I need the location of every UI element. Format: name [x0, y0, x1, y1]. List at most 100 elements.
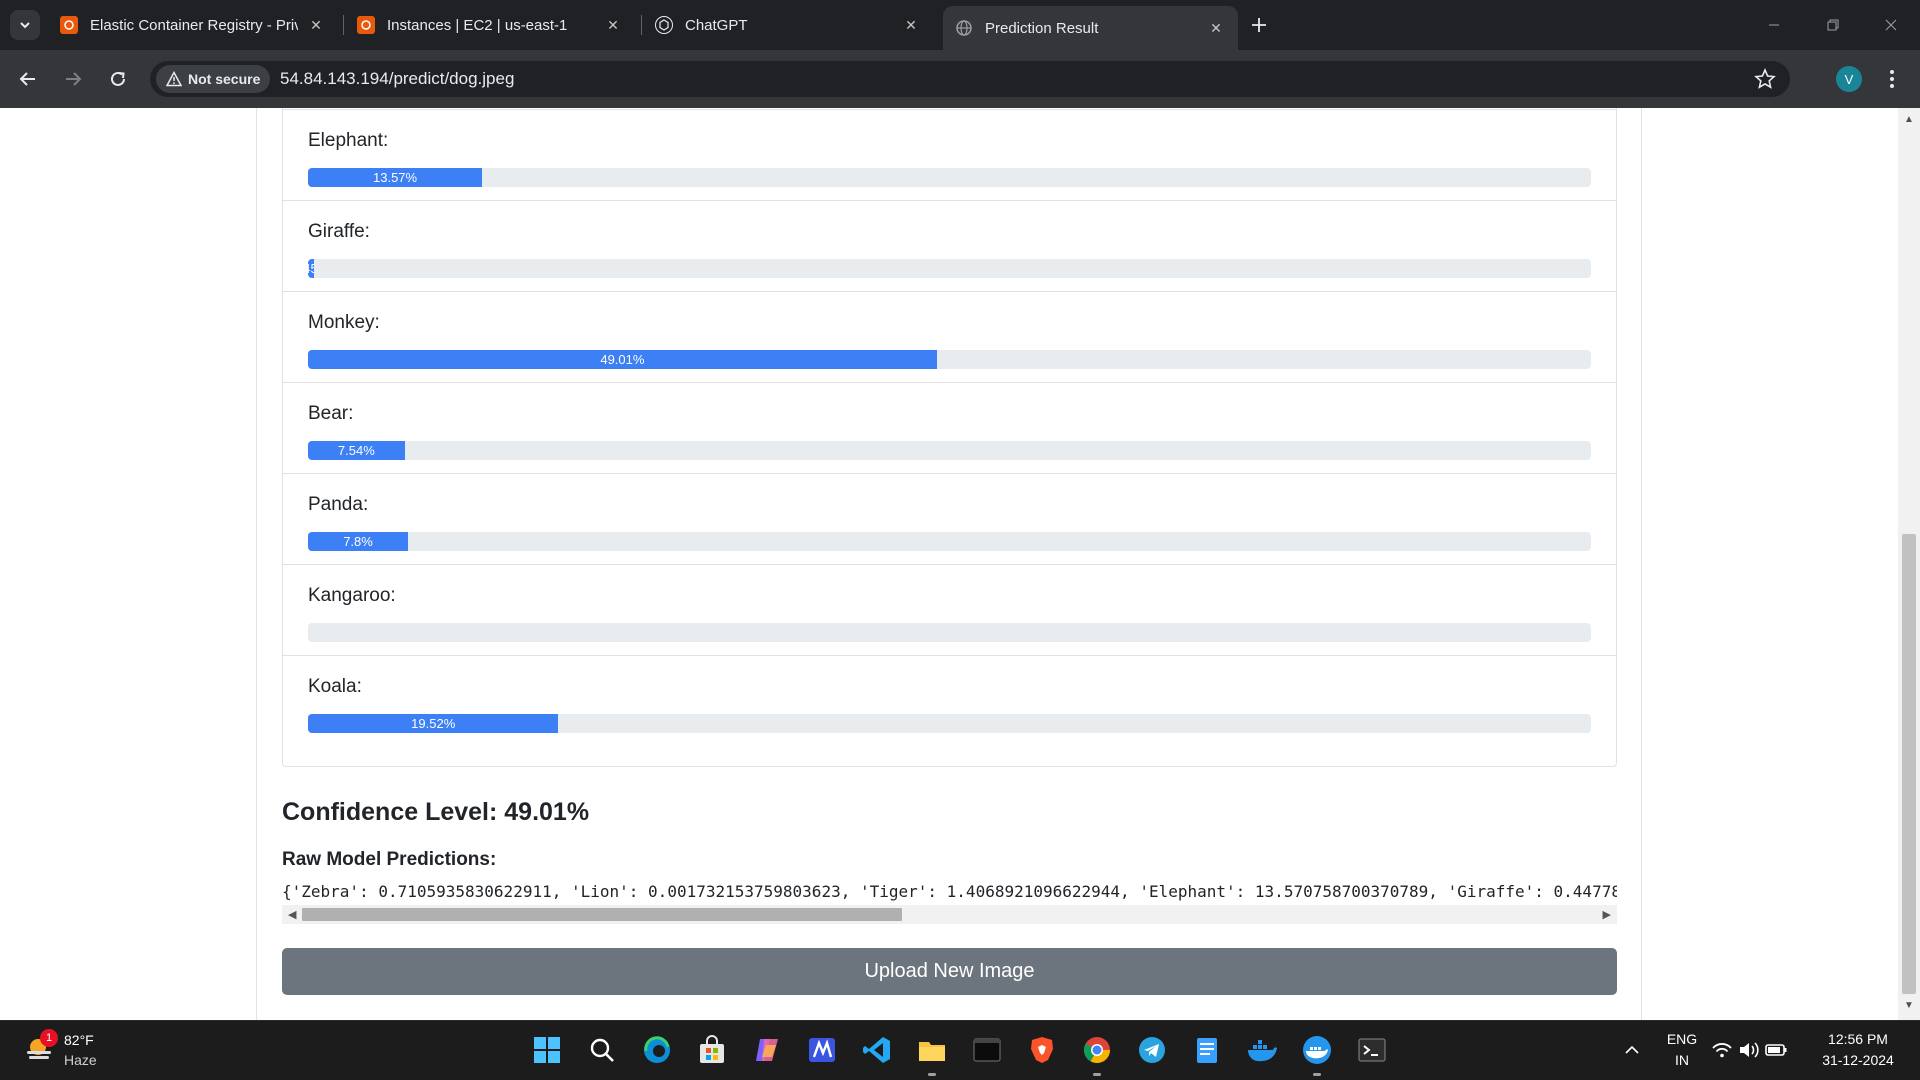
scrollbar-thumb[interactable]	[302, 908, 902, 921]
list-item-panda: Panda: 7.8%	[283, 473, 1616, 564]
scroll-down-icon[interactable]: ▼	[1904, 1000, 1914, 1011]
close-window-button[interactable]	[1878, 12, 1904, 38]
vscode-icon	[863, 1037, 890, 1063]
scrollbar-thumb[interactable]	[1902, 534, 1916, 994]
profile-avatar[interactable]: V	[1836, 66, 1862, 92]
close-tab-icon[interactable]: ✕	[306, 15, 326, 35]
taskbar-docker[interactable]	[1245, 1033, 1279, 1067]
scroll-right-icon[interactable]: ▶	[1603, 908, 1611, 921]
tab-ec2-instances[interactable]: Instances | EC2 | us-east-1 ✕	[345, 8, 635, 42]
class-label: Elephant:	[308, 130, 389, 151]
taskbar-windows-terminal[interactable]	[1355, 1033, 1389, 1067]
tab-title: Instances | EC2 | us-east-1	[387, 16, 568, 34]
chevron-down-icon	[20, 22, 30, 29]
security-label: Not secure	[188, 71, 261, 87]
quick-settings-button[interactable]	[1710, 1033, 1790, 1067]
minimize-button[interactable]	[1761, 12, 1787, 38]
taskbar-search-button[interactable]	[585, 1033, 619, 1067]
clock-time[interactable]: 12:56 PM	[1808, 1031, 1908, 1047]
list-item-kangaroo: Kangaroo:	[283, 564, 1616, 655]
warning-icon	[166, 71, 182, 87]
taskbar-terminal-dark[interactable]	[970, 1033, 1004, 1067]
clock-date[interactable]: 31-12-2024	[1808, 1052, 1908, 1068]
running-indicator	[928, 1073, 936, 1076]
chrome-icon	[1083, 1037, 1111, 1064]
confidence-level: Confidence Level: 49.01%	[282, 798, 590, 826]
scroll-left-icon[interactable]: ◀	[288, 908, 296, 921]
tab-title: ChatGPT	[685, 16, 748, 34]
container-border-left	[256, 108, 257, 1020]
taskbar-brave[interactable]	[1025, 1033, 1059, 1067]
progress-fill: 7.8%	[308, 532, 409, 551]
back-button[interactable]	[14, 65, 42, 93]
brave-icon	[1031, 1037, 1053, 1063]
language-code[interactable]: ENG	[1666, 1031, 1698, 1047]
tab-separator	[641, 15, 642, 35]
language-region[interactable]: IN	[1666, 1052, 1698, 1068]
telegram-icon	[1139, 1037, 1165, 1063]
browser-toolbar: Not secure 54.84.143.194/predict/dog.jpe…	[0, 50, 1920, 108]
tab-elastic-container-registry[interactable]: Elastic Container Registry - Priva ✕	[48, 8, 338, 42]
tab-search-button[interactable]	[10, 10, 40, 40]
taskbar-chrome[interactable]	[1080, 1033, 1114, 1067]
close-tab-icon[interactable]: ✕	[1206, 18, 1226, 38]
progress-track: 13.57%	[308, 168, 1591, 187]
tab-title: Prediction Result	[985, 19, 1099, 37]
taskbar-telegram[interactable]	[1135, 1033, 1169, 1067]
tab-chatgpt[interactable]: ChatGPT ✕	[643, 8, 933, 42]
close-tab-icon[interactable]: ✕	[603, 15, 623, 35]
upload-new-image-button[interactable]: Upload New Image	[282, 948, 1617, 995]
page-viewport: Elephant: 13.57% Giraffe: 0.45% Monkey: …	[0, 108, 1920, 1020]
windows-logo-icon	[534, 1037, 560, 1063]
copilot-icon	[756, 1039, 778, 1061]
aws-icon	[60, 16, 78, 34]
browser-menu-button[interactable]	[1882, 66, 1902, 92]
address-bar[interactable]: Not secure 54.84.143.194/predict/dog.jpe…	[150, 61, 1790, 97]
progress-fill: 49.01%	[308, 350, 937, 369]
vertical-scrollbar[interactable]: ▲ ▼	[1898, 108, 1920, 1020]
horizontal-scrollbar[interactable]: ◀ ▶	[282, 905, 1617, 924]
weather-condition[interactable]: Haze	[64, 1052, 97, 1068]
forward-button[interactable]	[59, 65, 87, 93]
network-volume-battery-icons	[1712, 1042, 1787, 1058]
weather-notification-badge: 1	[40, 1029, 58, 1047]
progress-fill: 7.54%	[308, 441, 405, 460]
start-button[interactable]	[530, 1033, 564, 1067]
minimize-icon	[1769, 24, 1779, 26]
arrow-left-icon	[19, 72, 35, 86]
weather-temperature[interactable]: 82°F	[64, 1032, 94, 1048]
new-tab-button[interactable]	[1245, 11, 1273, 39]
raw-predictions-heading: Raw Model Predictions:	[282, 849, 497, 870]
list-item-bear: Bear: 7.54%	[283, 382, 1616, 473]
class-label: Koala:	[308, 676, 362, 697]
close-tab-icon[interactable]: ✕	[901, 15, 921, 35]
progress-track: 19.52%	[308, 714, 1591, 733]
taskbar-notepad[interactable]	[1190, 1033, 1224, 1067]
bookmark-star-icon[interactable]	[1754, 67, 1776, 95]
taskbar-file-explorer[interactable]	[915, 1033, 949, 1067]
folder-icon	[919, 1042, 945, 1061]
list-item-elephant: Elephant: 13.57%	[283, 109, 1616, 200]
progress-fill: 0.45%	[308, 259, 314, 278]
taskbar-app-m[interactable]	[805, 1033, 839, 1067]
app-m-icon	[809, 1038, 835, 1062]
taskbar-vscode[interactable]	[860, 1033, 894, 1067]
chevron-up-icon	[1625, 1045, 1639, 1054]
taskbar-copilot[interactable]	[750, 1033, 784, 1067]
taskbar-edge[interactable]	[640, 1033, 674, 1067]
tab-prediction-result[interactable]: Prediction Result ✕	[943, 6, 1238, 50]
taskbar-store[interactable]	[695, 1033, 729, 1067]
progress-track: 49.01%	[308, 350, 1591, 369]
reload-button[interactable]	[104, 65, 132, 93]
scroll-up-icon[interactable]: ▲	[1904, 114, 1914, 125]
site-info-chip[interactable]: Not secure	[156, 65, 271, 93]
class-label: Giraffe:	[308, 221, 370, 242]
search-icon	[590, 1038, 614, 1062]
restore-button[interactable]	[1820, 12, 1846, 38]
progress-track: 7.54%	[308, 441, 1591, 460]
url-text[interactable]: 54.84.143.194/predict/dog.jpeg	[280, 69, 514, 89]
restore-icon	[1827, 19, 1839, 31]
show-hidden-icons-button[interactable]	[1615, 1033, 1649, 1067]
docker-icon	[1303, 1036, 1331, 1064]
taskbar-docker-2[interactable]	[1300, 1033, 1334, 1067]
